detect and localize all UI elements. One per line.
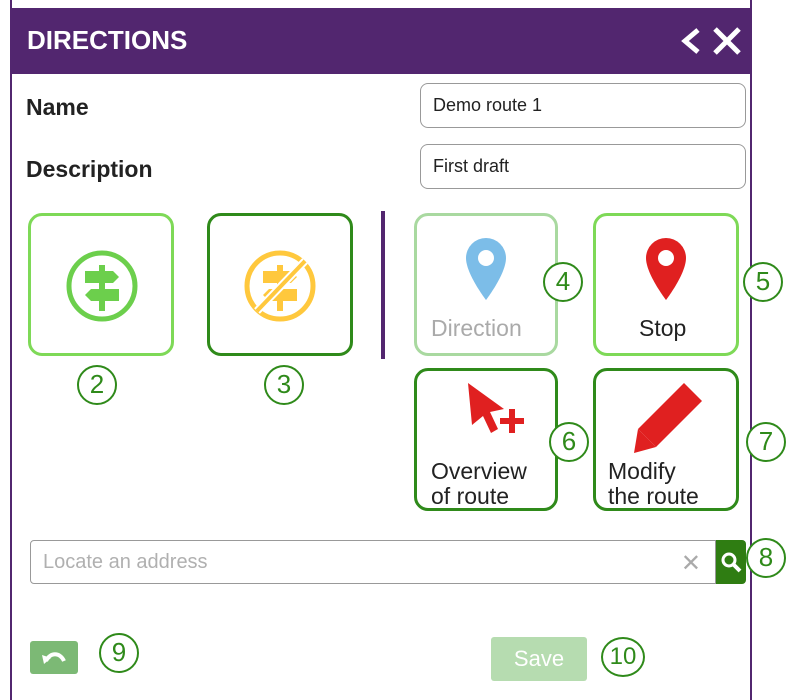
close-icon[interactable] — [712, 27, 742, 60]
clear-icon[interactable]: ✕ — [681, 549, 701, 578]
callout-3: 3 — [264, 365, 304, 405]
modify-route-button[interactable]: Modify the route — [593, 368, 739, 511]
description-field[interactable]: First draft — [420, 144, 746, 189]
callout-8: 8 — [746, 538, 786, 578]
no-signpost-icon — [244, 250, 316, 322]
callout-5: 5 — [743, 262, 783, 302]
address-search-input[interactable]: Locate an address — [43, 551, 208, 574]
callout-4: 4 — [543, 262, 583, 302]
direction-button[interactable]: Direction — [414, 213, 558, 356]
callout-9: 9 — [99, 633, 139, 673]
callout-7: 7 — [746, 422, 786, 462]
callout-2: 2 — [77, 365, 117, 405]
modify-label-line1: Modify — [608, 458, 676, 484]
cursor-plus-icon — [468, 383, 524, 433]
name-field[interactable]: Demo route 1 — [420, 83, 746, 128]
no-route-tool-button[interactable] — [207, 213, 353, 356]
direction-label: Direction — [431, 315, 522, 341]
name-label: Name — [26, 94, 89, 120]
save-button[interactable]: Save — [491, 637, 587, 681]
directions-panel: DIRECTIONS Name Demo route 1 Description… — [10, 0, 752, 700]
route-tool-button[interactable] — [28, 213, 174, 356]
stop-button[interactable]: Stop — [593, 213, 739, 356]
address-search[interactable]: Locate an address ✕ — [30, 540, 716, 584]
tool-divider — [381, 211, 385, 359]
description-label: Description — [26, 156, 153, 182]
undo-button[interactable] — [30, 641, 78, 674]
callout-6: 6 — [549, 422, 589, 462]
map-pin-icon — [466, 238, 506, 300]
callout-10: 10 — [601, 637, 645, 677]
map-pin-icon — [646, 238, 686, 300]
pencil-icon — [634, 383, 702, 453]
search-icon — [721, 552, 742, 573]
overview-label-line1: Overview — [431, 458, 527, 484]
search-button[interactable] — [716, 540, 746, 584]
overview-route-button[interactable]: Overview of route — [414, 368, 558, 511]
overview-label-line2: of route — [431, 483, 509, 509]
signpost-icon — [66, 250, 138, 322]
back-chevron-icon[interactable] — [678, 27, 704, 60]
modify-label-line2: the route — [608, 483, 699, 509]
undo-icon — [42, 652, 66, 664]
panel-header: DIRECTIONS — [12, 8, 750, 74]
stop-label: Stop — [639, 315, 687, 341]
panel-title: DIRECTIONS — [27, 25, 188, 55]
